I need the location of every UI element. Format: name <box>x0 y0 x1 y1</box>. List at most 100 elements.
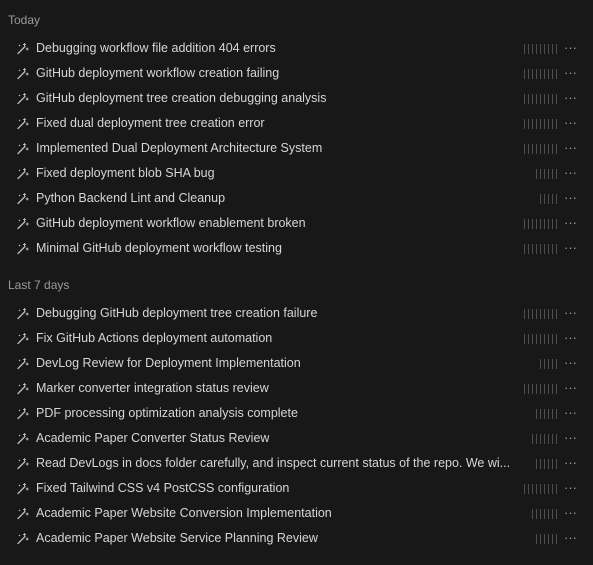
activity-tick <box>540 384 541 394</box>
conversation-item[interactable]: Marker converter integration status revi… <box>0 376 593 401</box>
conversation-title: Debugging GitHub deployment tree creatio… <box>36 306 318 320</box>
more-options-icon[interactable]: ··· <box>564 211 577 236</box>
activity-tick <box>544 409 545 419</box>
activity-tick <box>536 459 537 469</box>
activity-tick <box>548 434 549 444</box>
activity-tick <box>552 144 553 154</box>
conversation-item[interactable]: Academic Paper Converter Status Review ·… <box>0 426 593 451</box>
activity-tick <box>544 334 545 344</box>
more-options-icon[interactable]: ··· <box>564 86 577 111</box>
more-options-icon[interactable]: ··· <box>564 61 577 86</box>
activity-tick <box>544 509 545 519</box>
more-options-icon[interactable]: ··· <box>564 401 577 426</box>
activity-tick <box>540 94 541 104</box>
activity-tick <box>548 44 549 54</box>
activity-tick <box>544 359 545 369</box>
conversation-item[interactable]: Debugging GitHub deployment tree creatio… <box>0 301 593 326</box>
more-options-icon[interactable]: ··· <box>564 136 577 161</box>
more-options-icon[interactable]: ··· <box>564 526 577 551</box>
activity-tick <box>532 119 533 129</box>
more-options-icon[interactable]: ··· <box>564 111 577 136</box>
activity-tick <box>556 309 557 319</box>
magic-wand-icon <box>17 458 29 470</box>
conversation-item[interactable]: Fixed dual deployment tree creation erro… <box>0 111 593 136</box>
activity-tick <box>536 44 537 54</box>
activity-ticks <box>524 219 557 229</box>
conversation-item[interactable]: GitHub deployment workflow creation fail… <box>0 61 593 86</box>
conversation-list: Debugging GitHub deployment tree creatio… <box>0 301 593 551</box>
conversation-item[interactable]: Python Backend Lint and Cleanup ··· <box>0 186 593 211</box>
magic-wand-icon <box>17 358 29 370</box>
activity-tick <box>552 169 553 179</box>
more-options-icon[interactable]: ··· <box>564 161 577 186</box>
more-options-icon[interactable]: ··· <box>564 301 577 326</box>
activity-tick <box>532 219 533 229</box>
magic-wand-icon <box>17 243 29 255</box>
more-options-icon[interactable]: ··· <box>564 501 577 526</box>
more-options-icon[interactable]: ··· <box>564 376 577 401</box>
conversation-item[interactable]: Academic Paper Website Conversion Implem… <box>0 501 593 526</box>
activity-ticks <box>524 384 557 394</box>
more-options-icon[interactable]: ··· <box>564 476 577 501</box>
activity-tick <box>528 144 529 154</box>
conversation-item[interactable]: DevLog Review for Deployment Implementat… <box>0 351 593 376</box>
activity-tick <box>528 219 529 229</box>
conversation-item[interactable]: Academic Paper Website Service Planning … <box>0 526 593 551</box>
conversation-title: Academic Paper Website Conversion Implem… <box>36 506 332 520</box>
activity-tick <box>540 409 541 419</box>
activity-tick <box>536 169 537 179</box>
more-options-icon[interactable]: ··· <box>564 426 577 451</box>
activity-tick <box>556 334 557 344</box>
more-options-icon[interactable]: ··· <box>564 451 577 476</box>
conversation-item[interactable]: Fixed deployment blob SHA bug ··· <box>0 161 593 186</box>
conversation-item[interactable]: PDF processing optimization analysis com… <box>0 401 593 426</box>
activity-ticks <box>532 509 557 519</box>
conversation-item[interactable]: GitHub deployment workflow enablement br… <box>0 211 593 236</box>
more-options-icon[interactable]: ··· <box>564 36 577 61</box>
activity-tick <box>536 69 537 79</box>
more-options-icon[interactable]: ··· <box>564 236 577 261</box>
magic-wand-icon <box>17 43 29 55</box>
section-last-7-days: Last 7 days Debugging GitHub deployment … <box>0 275 593 551</box>
conversation-item[interactable]: Fixed Tailwind CSS v4 PostCSS configurat… <box>0 476 593 501</box>
conversation-item[interactable]: Minimal GitHub deployment workflow testi… <box>0 236 593 261</box>
conversation-title: Fixed Tailwind CSS v4 PostCSS configurat… <box>36 481 290 495</box>
activity-tick <box>556 384 557 394</box>
activity-tick <box>548 219 549 229</box>
more-options-icon[interactable]: ··· <box>564 186 577 211</box>
section-label: Last 7 days <box>8 278 70 292</box>
activity-tick <box>544 244 545 254</box>
magic-wand-icon <box>17 218 29 230</box>
activity-tick <box>544 459 545 469</box>
activity-tick <box>556 534 557 544</box>
activity-tick <box>548 119 549 129</box>
activity-ticks <box>524 94 557 104</box>
activity-ticks <box>524 144 557 154</box>
magic-wand-icon <box>17 383 29 395</box>
conversation-item[interactable]: GitHub deployment tree creation debuggin… <box>0 86 593 111</box>
activity-tick <box>552 309 553 319</box>
activity-tick <box>528 334 529 344</box>
conversation-item[interactable]: Debugging workflow file addition 404 err… <box>0 36 593 61</box>
activity-tick <box>548 384 549 394</box>
activity-tick <box>536 534 537 544</box>
more-options-icon[interactable]: ··· <box>564 351 577 376</box>
activity-tick <box>556 219 557 229</box>
activity-tick <box>528 384 529 394</box>
activity-tick <box>552 384 553 394</box>
more-options-icon[interactable]: ··· <box>564 326 577 351</box>
activity-tick <box>556 409 557 419</box>
activity-tick <box>552 534 553 544</box>
activity-tick <box>528 309 529 319</box>
conversation-item[interactable]: Read DevLogs in docs folder carefully, a… <box>0 451 593 476</box>
activity-tick <box>548 309 549 319</box>
activity-tick <box>552 434 553 444</box>
activity-tick <box>536 409 537 419</box>
conversation-item[interactable]: Fix GitHub Actions deployment automation… <box>0 326 593 351</box>
section-today: Today Debugging workflow file addition 4… <box>0 10 593 261</box>
activity-tick <box>540 169 541 179</box>
activity-tick <box>552 334 553 344</box>
conversation-item[interactable]: Implemented Dual Deployment Architecture… <box>0 136 593 161</box>
activity-tick <box>528 484 529 494</box>
activity-tick <box>540 509 541 519</box>
